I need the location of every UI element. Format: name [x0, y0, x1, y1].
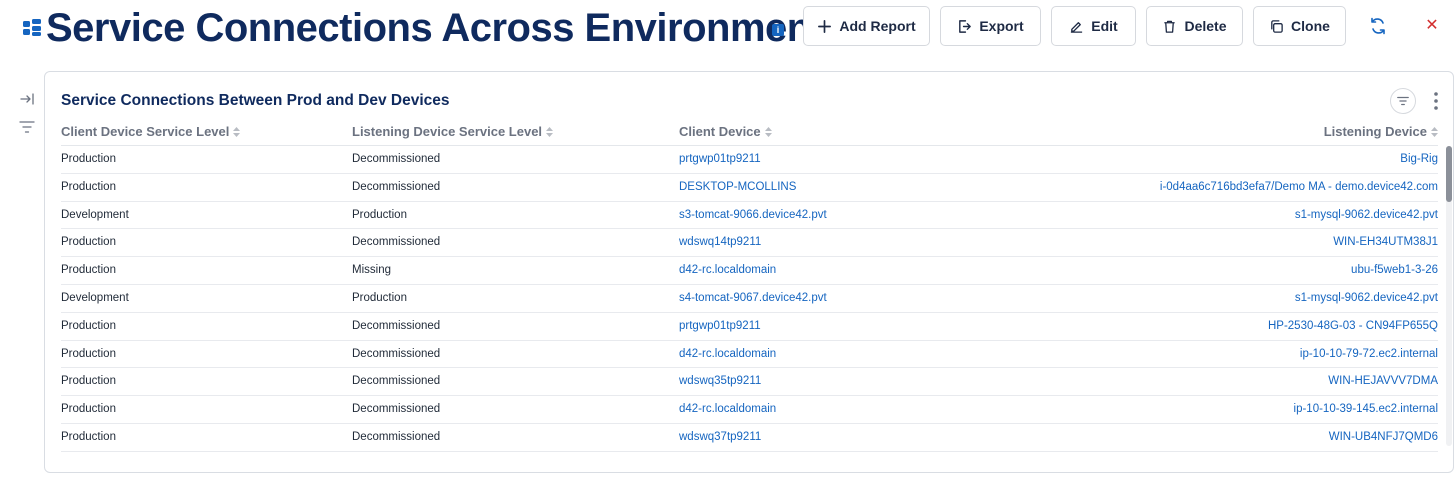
- sort-icon: [546, 126, 554, 137]
- client-service-level-cell: Development: [61, 291, 129, 304]
- sort-icon: [233, 126, 241, 137]
- client-service-level-cell: Production: [61, 430, 116, 443]
- listening-service-level-cell: Decommissioned: [352, 375, 441, 388]
- add-report-button[interactable]: Add Report: [803, 6, 930, 46]
- client-service-level-cell: Development: [61, 208, 129, 221]
- client-service-level-cell: Production: [61, 403, 116, 416]
- column-header-listening-device[interactable]: Listening Device: [1324, 124, 1438, 139]
- listening-device-link[interactable]: WIN-EH34UTM38J1: [1333, 236, 1438, 248]
- client-device-link[interactable]: wdswq35tp9211: [679, 375, 761, 387]
- listening-device-link[interactable]: Big-Rig: [1400, 153, 1438, 165]
- column-header-label: Listening Device Service Level: [352, 124, 543, 139]
- listening-service-level-cell: Decommissioned: [352, 153, 441, 165]
- listening-device-link[interactable]: ip-10-10-79-72.ec2.internal: [1300, 348, 1438, 360]
- page-header: Service Connections Across Environments …: [0, 0, 1456, 56]
- listening-device-link[interactable]: s1-mysql-9062.device42.pvt: [1295, 209, 1438, 221]
- plus-icon: [818, 19, 832, 33]
- table-row: Production Decommissioned DESKTOP-MCOLLI…: [61, 174, 1438, 202]
- client-service-level-cell: Production: [61, 153, 116, 165]
- table-body: Production Decommissioned prtgwp01tp9211…: [61, 146, 1438, 452]
- export-icon: [959, 19, 972, 33]
- client-device-link[interactable]: prtgwp01tp9211: [679, 153, 761, 165]
- column-header-label: Client Device Service Level: [61, 124, 230, 139]
- table-scrollbar[interactable]: [1446, 146, 1452, 446]
- client-service-level-cell: Production: [61, 180, 116, 193]
- listening-device-link[interactable]: WIN-HEJAVVV7DMA: [1328, 375, 1438, 387]
- client-service-level-cell: Production: [61, 347, 116, 360]
- client-device-link[interactable]: d42-rc.localdomain: [679, 348, 776, 360]
- table-row: Development Production s3-tomcat-9066.de…: [61, 202, 1438, 230]
- table-row: Production Decommissioned d42-rc.localdo…: [61, 396, 1438, 424]
- table-row: Production Missing d42-rc.localdomain ub…: [61, 257, 1438, 285]
- listening-service-level-cell: Decommissioned: [352, 403, 441, 416]
- table-row: Production Decommissioned prtgwp01tp9211…: [61, 146, 1438, 174]
- edit-button[interactable]: Edit: [1051, 6, 1136, 46]
- collapse-arrow-icon[interactable]: [19, 91, 35, 107]
- kebab-menu-icon[interactable]: [1431, 90, 1441, 112]
- delete-label: Delete: [1184, 18, 1227, 34]
- close-icon[interactable]: ✕: [1421, 15, 1443, 37]
- listening-service-level-cell: Decommissioned: [352, 180, 441, 193]
- delete-button[interactable]: Delete: [1146, 6, 1243, 46]
- clone-icon: [1271, 19, 1283, 33]
- listening-service-level-cell: Missing: [352, 264, 391, 277]
- client-device-link[interactable]: s3-tomcat-9066.device42.pvt: [679, 209, 827, 221]
- table-header: Client Device Service Level Listening De…: [61, 118, 1438, 146]
- scrollbar-thumb[interactable]: [1446, 146, 1452, 202]
- trash-icon: [1164, 20, 1176, 33]
- filter-icon: [1397, 96, 1409, 106]
- listening-device-link[interactable]: i-0d4aa6c716bd3efa7/Demo MA - demo.devic…: [1160, 181, 1438, 193]
- client-device-link[interactable]: wdswq14tp9211: [679, 236, 761, 248]
- sort-icon: [764, 126, 772, 137]
- sort-icon: [1431, 126, 1438, 137]
- listening-service-level-cell: Production: [352, 291, 407, 304]
- add-report-label: Add Report: [839, 18, 916, 34]
- export-button[interactable]: Export: [940, 6, 1041, 46]
- listening-service-level-cell: Production: [352, 208, 407, 221]
- report-card: Service Connections Between Prod and Dev…: [44, 71, 1454, 473]
- page-title: Service Connections Across Environments: [46, 6, 846, 50]
- clone-button[interactable]: Clone: [1253, 6, 1346, 46]
- table-row: Development Production s4-tomcat-9067.de…: [61, 285, 1438, 313]
- table-row: Production Decommissioned wdswq14tp9211 …: [61, 229, 1438, 258]
- filter-icon[interactable]: [19, 119, 35, 135]
- client-device-link[interactable]: d42-rc.localdomain: [679, 403, 776, 415]
- column-header-listening-service-level[interactable]: Listening Device Service Level: [352, 124, 554, 139]
- client-service-level-cell: Production: [61, 264, 116, 277]
- client-device-link[interactable]: DESKTOP-MCOLLINS: [679, 181, 796, 193]
- listening-device-link[interactable]: HP-2530-48G-03 - CN94FP655Q: [1268, 320, 1438, 332]
- card-filter-button[interactable]: [1390, 88, 1416, 114]
- column-header-client-device[interactable]: Client Device: [679, 124, 772, 139]
- column-header-client-service-level[interactable]: Client Device Service Level: [61, 124, 241, 139]
- info-icon[interactable]: i: [772, 24, 784, 36]
- dashboard-grid-icon: [23, 19, 41, 36]
- clone-label: Clone: [1291, 18, 1330, 34]
- listening-service-level-cell: Decommissioned: [352, 236, 441, 249]
- refresh-icon[interactable]: [1367, 15, 1389, 37]
- card-title: Service Connections Between Prod and Dev…: [61, 92, 450, 109]
- column-header-label: Client Device: [679, 124, 761, 139]
- client-device-link[interactable]: prtgwp01tp9211: [679, 320, 761, 332]
- table-row: Production Decommissioned wdswq35tp9211 …: [61, 368, 1438, 397]
- listening-service-level-cell: Decommissioned: [352, 319, 441, 332]
- column-header-label: Listening Device: [1323, 124, 1427, 139]
- table-row: Production Decommissioned d42-rc.localdo…: [61, 341, 1438, 369]
- edit-label: Edit: [1091, 18, 1118, 34]
- listening-service-level-cell: Decommissioned: [352, 430, 441, 443]
- edit-icon: [1071, 21, 1083, 33]
- client-service-level-cell: Production: [61, 375, 116, 388]
- export-label: Export: [979, 18, 1024, 34]
- client-device-link[interactable]: s4-tomcat-9067.device42.pvt: [679, 292, 827, 304]
- table-row: Production Decommissioned prtgwp01tp9211…: [61, 313, 1438, 341]
- client-service-level-cell: Production: [61, 319, 116, 332]
- client-device-link[interactable]: d42-rc.localdomain: [679, 264, 776, 276]
- listening-service-level-cell: Decommissioned: [352, 347, 441, 360]
- listening-device-link[interactable]: s1-mysql-9062.device42.pvt: [1295, 292, 1438, 304]
- client-device-link[interactable]: wdswq37tp9211: [679, 431, 761, 443]
- listening-device-link[interactable]: WIN-UB4NFJ7QMD6: [1329, 431, 1438, 443]
- listening-device-link[interactable]: ip-10-10-39-145.ec2.internal: [1294, 403, 1438, 415]
- table-row: Production Decommissioned wdswq37tp9211 …: [61, 424, 1438, 452]
- listening-device-link[interactable]: ubu-f5web1-3-26: [1351, 264, 1438, 276]
- client-service-level-cell: Production: [61, 236, 116, 249]
